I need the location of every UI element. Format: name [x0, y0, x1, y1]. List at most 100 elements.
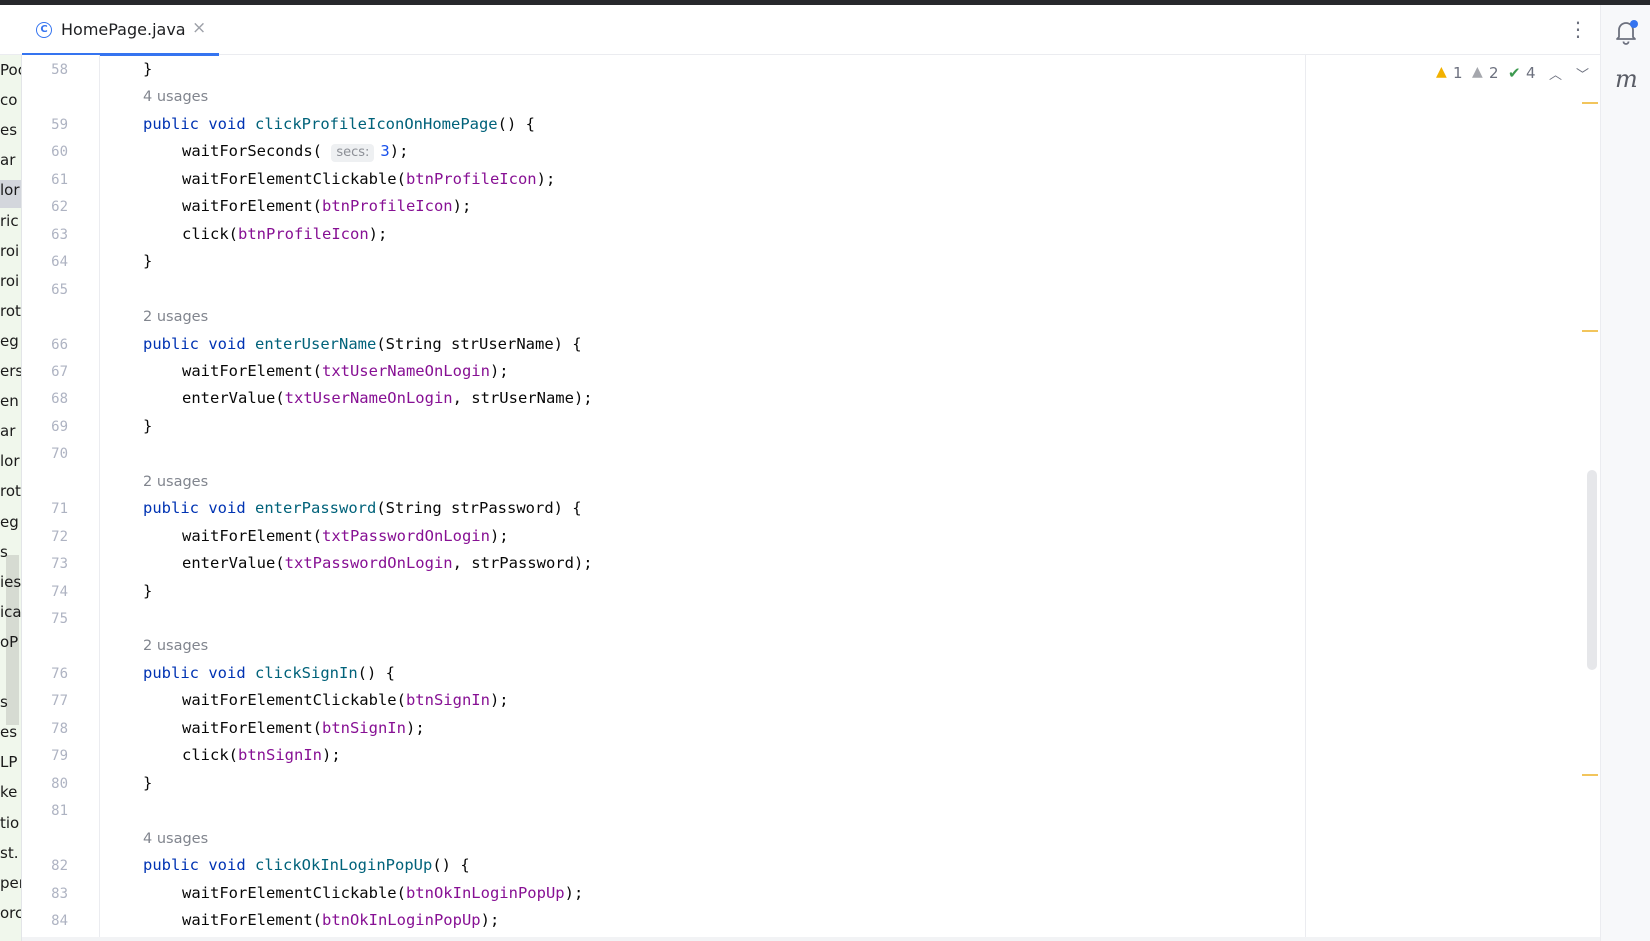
- code-line[interactable]: waitForElement(txtPasswordOnLogin);: [182, 527, 509, 545]
- code-line[interactable]: }: [143, 60, 152, 78]
- project-tree-item[interactable]: ar: [0, 146, 21, 174]
- project-tree-item[interactable]: s: [0, 688, 21, 716]
- usages-hint[interactable]: 2 usages: [143, 474, 208, 490]
- project-tree-item[interactable]: eg: [0, 327, 21, 355]
- line-number: 69: [51, 418, 68, 435]
- usages-hint[interactable]: 4 usages: [143, 89, 208, 105]
- code-line[interactable]: waitForElement(btnProfileIcon);: [182, 197, 471, 215]
- right-tool-stripe: m: [1600, 5, 1650, 941]
- class-c-icon: C: [36, 22, 52, 38]
- number-literal: 3: [380, 142, 390, 161]
- right-margin-guide: [1305, 55, 1306, 941]
- usages-hint[interactable]: 2 usages: [143, 309, 208, 325]
- notification-badge: [1630, 20, 1638, 28]
- tab-label: HomePage.java: [61, 20, 186, 39]
- project-tree-item[interactable]: ica: [0, 598, 21, 626]
- project-tree-item[interactable]: lor: [0, 176, 21, 204]
- error-stripe-mark[interactable]: [1582, 330, 1598, 332]
- line-number: 62: [51, 199, 68, 216]
- project-tree-item[interactable]: s: [0, 538, 21, 566]
- code-line[interactable]: }: [143, 774, 152, 792]
- line-number: 58: [51, 62, 68, 78]
- usages-hint[interactable]: 2 usages: [143, 638, 208, 654]
- error-stripe-mark[interactable]: [1582, 774, 1598, 776]
- project-tree-item[interactable]: es: [0, 116, 21, 144]
- code-line[interactable]: }: [143, 417, 152, 435]
- code-line[interactable]: enterValue(txtUserNameOnLogin, strUserNa…: [182, 389, 593, 407]
- line-number: 70: [51, 446, 68, 463]
- project-tree-item[interactable]: per: [0, 869, 21, 897]
- editor-tab-bar: C HomePage.java × ⋮: [0, 5, 1600, 56]
- code-line[interactable]: public void enterPassword(String strPass…: [143, 499, 582, 517]
- project-tree-item[interactable]: es: [0, 718, 21, 746]
- line-number: 79: [51, 748, 68, 765]
- code-line[interactable]: waitForElement(txtUserNameOnLogin);: [182, 362, 509, 380]
- code-line[interactable]: }: [143, 582, 152, 600]
- line-number: 75: [51, 611, 68, 627]
- project-tree-item[interactable]: roi: [0, 267, 21, 295]
- scrollbar-thumb[interactable]: [1587, 470, 1597, 670]
- project-tree-item[interactable]: st.: [0, 839, 21, 867]
- line-number: 84: [51, 912, 68, 929]
- project-tree-item[interactable]: rot: [0, 477, 21, 505]
- project-tree-item[interactable]: ke: [0, 778, 21, 806]
- more-options-icon[interactable]: ⋮: [1568, 19, 1588, 39]
- error-stripe-mark[interactable]: [1582, 102, 1598, 104]
- code-line[interactable]: public void clickOkInLoginPopUp() {: [143, 856, 470, 874]
- code-line[interactable]: public void enterUserName(String strUser…: [143, 335, 582, 353]
- tab-homepage-java[interactable]: C HomePage.java ×: [22, 5, 219, 56]
- project-tree-item[interactable]: orc: [0, 899, 21, 927]
- code-line[interactable]: waitForElementClickable(btnProfileIcon);: [182, 170, 555, 188]
- code-line[interactable]: waitForElement(btnSignIn);: [182, 719, 425, 737]
- m-plugin-icon[interactable]: m: [1615, 65, 1638, 93]
- line-number: 73: [51, 556, 68, 573]
- line-number: 66: [51, 336, 68, 353]
- code-line[interactable]: waitForSeconds( secs: 3);: [182, 142, 408, 163]
- project-tree-item[interactable]: ar: [0, 417, 21, 445]
- line-number: 83: [51, 885, 68, 902]
- code-line[interactable]: public void clickSignIn() {: [143, 664, 395, 682]
- inspections-widget[interactable]: ▲ 1 ▲ 2 ✔ 4 ︿ ﹀: [1436, 62, 1601, 86]
- project-tree-item[interactable]: LP: [0, 748, 21, 776]
- code-line[interactable]: public void clickProfileIconOnHomePage()…: [143, 115, 535, 133]
- code-line[interactable]: enterValue(txtPasswordOnLogin, strPasswo…: [182, 554, 593, 572]
- line-number: 74: [51, 583, 68, 600]
- line-number: 65: [51, 281, 68, 298]
- code-line[interactable]: click(btnProfileIcon);: [182, 225, 387, 243]
- line-number: 68: [51, 391, 68, 408]
- editor-bottom-edge: [22, 937, 1600, 941]
- line-number: 78: [51, 720, 68, 737]
- project-tree-item[interactable]: rot: [0, 297, 21, 325]
- code-line[interactable]: }: [143, 252, 152, 270]
- project-tree-item[interactable]: ric: [0, 207, 21, 235]
- code-line[interactable]: waitForElementClickable(btnOkInLoginPopU…: [182, 884, 583, 902]
- project-tree-item[interactable]: roi: [0, 237, 21, 265]
- line-number: 71: [51, 501, 68, 518]
- check-icon: ✔: [1508, 64, 1521, 82]
- project-tree-item[interactable]: ers: [0, 357, 21, 385]
- line-number: 82: [51, 858, 68, 875]
- project-tree-panel[interactable]: Poccoesarlorricroiroirotegersenarlorrote…: [0, 55, 21, 941]
- project-tree-item[interactable]: eg: [0, 508, 21, 536]
- project-tree-item[interactable]: tio: [0, 809, 21, 837]
- code-line[interactable]: click(btnSignIn);: [182, 746, 341, 764]
- usages-hint[interactable]: 4 usages: [143, 831, 208, 847]
- project-tree-item[interactable]: oP: [0, 628, 21, 656]
- project-tree-item[interactable]: en: [0, 387, 21, 415]
- line-number: 77: [51, 693, 68, 710]
- project-tree-item[interactable]: [0, 658, 21, 686]
- line-number: 63: [51, 226, 68, 243]
- code-line[interactable]: waitForElementClickable(btnSignIn);: [182, 691, 509, 709]
- line-number: 64: [51, 254, 68, 271]
- project-tree-item[interactable]: ies: [0, 568, 21, 596]
- code-editor[interactable]: [101, 55, 1306, 941]
- code-line[interactable]: waitForElement(btnOkInLoginPopUp);: [182, 911, 499, 929]
- project-tree-item[interactable]: co: [0, 86, 21, 114]
- chevron-up-icon[interactable]: ︿: [1549, 64, 1562, 83]
- chevron-down-icon[interactable]: ﹀: [1576, 64, 1589, 83]
- project-tree-item[interactable]: lor: [0, 447, 21, 475]
- close-icon[interactable]: ×: [192, 18, 206, 38]
- ok-count: 4: [1526, 64, 1536, 82]
- project-tree-item[interactable]: Poc: [0, 56, 21, 84]
- line-number: 60: [51, 144, 68, 161]
